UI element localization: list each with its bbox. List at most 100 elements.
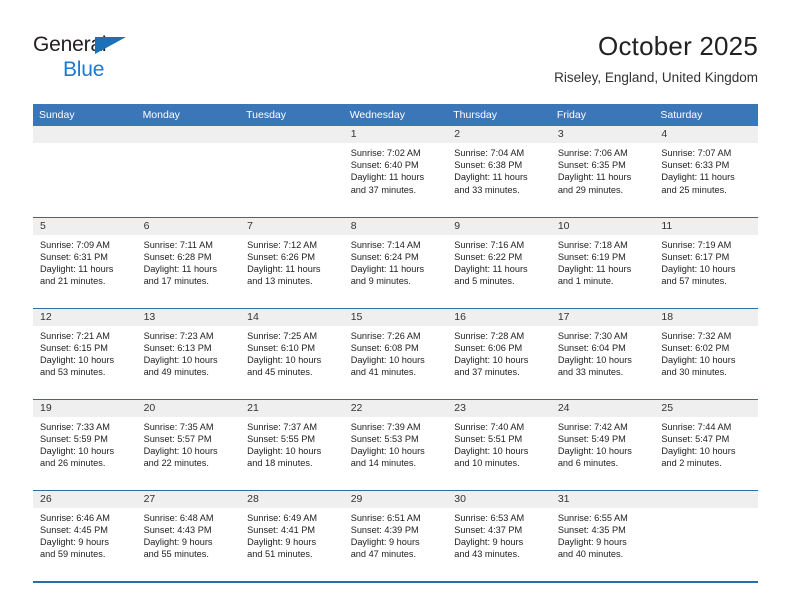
calendar-day-cell[interactable]: 3 Sunrise: 7:06 AM Sunset: 6:35 PM Daylight… (550, 126, 655, 217)
sunset-time: Sunset: 6:13 PM (143, 342, 212, 353)
sunset-time: Sunset: 5:57 PM (143, 433, 212, 444)
sunset-time: Sunset: 6:19 PM (557, 251, 626, 262)
daylight-duration-line2: and 37 minutes. (350, 184, 417, 195)
daylight-duration-line1: Daylight: 10 hours (350, 354, 425, 365)
day-number: 31 (550, 490, 655, 508)
sunset-time: Sunset: 6:22 PM (454, 251, 523, 262)
day-details: Sunrise: 7:25 AM Sunset: 6:10 PM Daylight:… (240, 326, 344, 379)
sunset-time: Sunset: 6:04 PM (557, 342, 626, 353)
calendar-day-cell[interactable]: 23 Sunrise: 7:40 AM Sunset: 5:51 PM Dayligh… (447, 398, 551, 490)
general-blue-logo[interactable]: General Blue (33, 34, 153, 82)
calendar-day-cell[interactable]: 28 Sunrise: 6:49 AM Sunset: 4:41 PM Dayligh… (240, 489, 344, 581)
calendar-day-cell[interactable]: 10 Sunrise: 7:18 AM Sunset: 6:19 PM Dayligh… (550, 216, 655, 308)
calendar-day-cell[interactable]: 22 Sunrise: 7:39 AM Sunset: 5:53 PM Dayligh… (343, 398, 448, 490)
calendar-body: 1 Sunrise: 7:02 AM Sunset: 6:40 PM Daylight… (33, 126, 758, 581)
day-number: 6 (136, 217, 241, 235)
calendar-day-cell[interactable]: 30 Sunrise: 6:53 AM Sunset: 4:37 PM Dayligh… (447, 489, 551, 581)
daylight-duration-line1: Daylight: 11 hours (247, 263, 321, 274)
day-number: 21 (240, 399, 344, 417)
calendar-week-row: 1 Sunrise: 7:02 AM Sunset: 6:40 PM Daylight… (33, 126, 758, 217)
day-details: Sunrise: 7:30 AM Sunset: 6:04 PM Daylight:… (551, 326, 655, 379)
sunrise-time: Sunrise: 7:06 AM (557, 148, 628, 158)
day-details: Sunrise: 7:33 AM Sunset: 5:59 PM Daylight:… (33, 417, 137, 470)
calendar-day-cell[interactable]: 5 Sunrise: 7:09 AM Sunset: 6:31 PM Daylight… (33, 216, 137, 308)
calendar-day-cell[interactable]: 15 Sunrise: 7:26 AM Sunset: 6:08 PM Dayligh… (343, 307, 448, 399)
day-number: 10 (550, 217, 655, 235)
calendar-day-cell[interactable]: 16 Sunrise: 7:28 AM Sunset: 6:06 PM Dayligh… (447, 307, 551, 399)
calendar-day-cell[interactable]: 29 Sunrise: 6:51 AM Sunset: 4:39 PM Dayligh… (343, 489, 448, 581)
calendar-day-cell[interactable]: 20 Sunrise: 7:35 AM Sunset: 5:57 PM Dayligh… (136, 398, 241, 490)
calendar-day-cell[interactable]: 14 Sunrise: 7:25 AM Sunset: 6:10 PM Dayligh… (240, 307, 344, 399)
sunrise-time: Sunrise: 7:39 AM (350, 421, 421, 432)
day-number: 22 (343, 399, 448, 417)
calendar-day-cell[interactable]: 25 Sunrise: 7:44 AM Sunset: 5:47 PM Dayligh… (654, 398, 758, 490)
daylight-duration-line1: Daylight: 10 hours (557, 445, 632, 456)
daylight-duration-line2: and 59 minutes. (40, 549, 106, 560)
calendar-day-cell[interactable]: 1 Sunrise: 7:02 AM Sunset: 6:40 PM Daylight… (343, 126, 448, 217)
day-details: Sunrise: 7:40 AM Sunset: 5:51 PM Daylight:… (447, 417, 551, 470)
sunset-time: Sunset: 5:59 PM (40, 433, 108, 444)
calendar-day-cell[interactable]: 12 Sunrise: 7:21 AM Sunset: 6:15 PM Dayligh… (33, 307, 137, 399)
sunrise-time: Sunrise: 7:44 AM (661, 421, 732, 432)
calendar-header-row: Sunday Monday Tuesday Wednesday Thursday Frid… (33, 104, 758, 126)
calendar-day-cell[interactable]: 17 Sunrise: 7:30 AM Sunset: 6:04 PM Dayligh… (550, 307, 655, 399)
calendar-week-row: 12 Sunrise: 7:21 AM Sunset: 6:15 PM Dayligh… (33, 307, 758, 399)
weekday-header-sunday: Sunday (33, 104, 137, 126)
day-number: 12 (33, 308, 137, 326)
day-details: Sunrise: 7:06 AM Sunset: 6:35 PM Daylight:… (551, 143, 655, 196)
day-details: Sunrise: 6:53 AM Sunset: 4:37 PM Daylight:… (447, 508, 551, 561)
day-number (654, 490, 758, 508)
calendar-day-cell[interactable]: 27 Sunrise: 6:48 AM Sunset: 4:43 PM Dayligh… (136, 489, 241, 581)
sunset-time: Sunset: 6:35 PM (557, 160, 626, 171)
daylight-duration-line2: and 33 minutes. (557, 367, 624, 378)
day-details: Sunrise: 6:48 AM Sunset: 4:43 PM Daylight:… (137, 508, 241, 561)
daylight-duration-line1: Daylight: 10 hours (661, 263, 736, 274)
daylight-duration-line2: and 30 minutes. (661, 367, 727, 378)
daylight-duration-line2: and 26 minutes. (40, 458, 106, 469)
sunset-time: Sunset: 6:31 PM (40, 251, 108, 262)
daylight-duration-line2: and 17 minutes. (143, 276, 209, 287)
daylight-duration-line1: Daylight: 9 hours (143, 536, 213, 547)
calendar-day-cell[interactable]: 13 Sunrise: 7:23 AM Sunset: 6:13 PM Dayligh… (136, 307, 241, 399)
daylight-duration-line1: Daylight: 11 hours (350, 172, 425, 183)
day-details: Sunrise: 7:11 AM Sunset: 6:28 PM Daylight:… (137, 235, 241, 288)
daylight-duration-line2: and 18 minutes. (247, 458, 313, 469)
day-details: Sunrise: 7:44 AM Sunset: 5:47 PM Daylight:… (654, 417, 758, 470)
daylight-duration-line1: Daylight: 10 hours (350, 445, 425, 456)
sunrise-time: Sunrise: 7:09 AM (40, 239, 110, 250)
calendar-day-cell[interactable]: 2 Sunrise: 7:04 AM Sunset: 6:38 PM Daylight… (447, 126, 551, 217)
calendar-day-cell[interactable]: 19 Sunrise: 7:33 AM Sunset: 5:59 PM Dayligh… (33, 398, 137, 490)
sunset-time: Sunset: 4:37 PM (454, 524, 523, 535)
daylight-duration-line1: Daylight: 11 hours (661, 172, 735, 183)
calendar-day-cell[interactable]: 18 Sunrise: 7:32 AM Sunset: 6:02 PM Dayligh… (654, 307, 758, 399)
day-number (136, 126, 241, 143)
calendar-day-cell[interactable]: 4 Sunrise: 7:07 AM Sunset: 6:33 PM Daylight… (654, 126, 758, 217)
day-number: 25 (654, 399, 758, 417)
day-details: Sunrise: 6:46 AM Sunset: 4:45 PM Daylight:… (33, 508, 137, 561)
calendar-day-cell[interactable]: 11 Sunrise: 7:19 AM Sunset: 6:17 PM Dayligh… (654, 216, 758, 308)
daylight-duration-line1: Daylight: 10 hours (40, 445, 115, 456)
title-block: October 2025 Riseley, England, United Ki… (554, 30, 758, 88)
calendar-day-cell[interactable]: 21 Sunrise: 7:37 AM Sunset: 5:55 PM Dayligh… (240, 398, 344, 490)
day-number: 29 (343, 490, 448, 508)
location-subtitle: Riseley, England, United Kingdom (554, 70, 758, 85)
calendar-cell-empty (33, 126, 137, 217)
daylight-duration-line1: Daylight: 11 hours (454, 172, 528, 183)
day-details: Sunrise: 7:02 AM Sunset: 6:40 PM Daylight:… (344, 143, 448, 196)
calendar-day-cell[interactable]: 9 Sunrise: 7:16 AM Sunset: 6:22 PM Daylight… (447, 216, 551, 308)
calendar-day-cell[interactable]: 26 Sunrise: 6:46 AM Sunset: 4:45 PM Dayligh… (33, 489, 137, 581)
sunrise-time: Sunrise: 7:28 AM (454, 330, 525, 341)
calendar-day-cell[interactable]: 24 Sunrise: 7:42 AM Sunset: 5:49 PM Dayligh… (550, 398, 655, 490)
calendar-day-cell[interactable]: 8 Sunrise: 7:14 AM Sunset: 6:24 PM Daylight… (343, 216, 448, 308)
day-number: 14 (240, 308, 344, 326)
calendar-cell-empty (654, 489, 758, 581)
day-details: Sunrise: 7:39 AM Sunset: 5:53 PM Daylight:… (344, 417, 448, 470)
day-details: Sunrise: 7:09 AM Sunset: 6:31 PM Daylight:… (33, 235, 137, 288)
calendar-day-cell[interactable]: 31 Sunrise: 6:55 AM Sunset: 4:35 PM Dayligh… (550, 489, 655, 581)
calendar-day-cell[interactable]: 6 Sunrise: 7:11 AM Sunset: 6:28 PM Daylight… (136, 216, 241, 308)
sunset-time: Sunset: 4:41 PM (247, 524, 316, 535)
calendar-day-cell[interactable]: 7 Sunrise: 7:12 AM Sunset: 6:26 PM Daylight… (240, 216, 344, 308)
sunrise-time: Sunrise: 7:14 AM (350, 239, 421, 250)
daylight-duration-line2: and 47 minutes. (350, 549, 417, 560)
daylight-duration-line1: Daylight: 10 hours (557, 354, 632, 365)
